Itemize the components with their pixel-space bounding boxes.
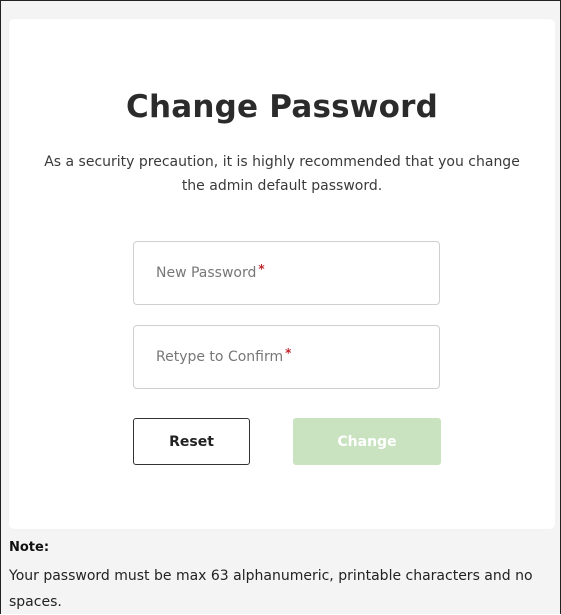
note-heading: Note:	[9, 540, 50, 555]
page-frame: Change Password As a security precaution…	[0, 0, 561, 614]
confirm-password-placeholder: Retype to Confirm	[156, 349, 284, 365]
note-text: Your password must be max 63 alphanumeri…	[9, 568, 533, 610]
security-description: As a security precaution, it is highly r…	[44, 154, 520, 194]
reset-button[interactable]: Reset	[133, 418, 250, 465]
new-password-placeholder: New Password	[156, 265, 257, 281]
change-button[interactable]: Change	[293, 418, 441, 465]
page-title: Change Password	[126, 89, 438, 125]
confirm-password-field[interactable]: Retype to Confirm *	[133, 325, 440, 389]
required-marker: *	[285, 346, 292, 360]
change-password-card: Change Password As a security precaution…	[9, 19, 555, 529]
required-marker: *	[258, 262, 265, 276]
new-password-field[interactable]: New Password *	[133, 241, 440, 305]
